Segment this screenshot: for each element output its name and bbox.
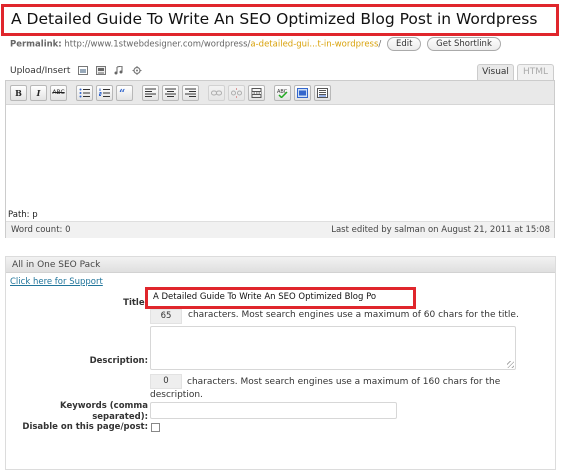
blockquote-button[interactable]: “ <box>116 85 133 101</box>
link-icon <box>211 90 222 96</box>
svg-text:“: “ <box>119 88 125 98</box>
get-shortlink-button[interactable]: Get Shortlink <box>427 37 501 51</box>
video-icon[interactable] <box>96 66 107 75</box>
link-button[interactable] <box>208 85 225 101</box>
resize-grip[interactable] <box>507 361 514 368</box>
align-right-icon <box>185 88 196 97</box>
upload-insert-row: Upload/Insert <box>10 65 142 79</box>
editor-status-bar: Word count: 0 Last edited by salman on A… <box>6 221 554 238</box>
more-tag-button[interactable] <box>248 85 265 101</box>
more-tag-icon <box>251 88 262 98</box>
seo-description-char-counter: 0 <box>150 374 182 389</box>
permalink-base: http://www.1stwebdesigner.com/wordpress/ <box>64 39 251 50</box>
blockquote-icon: “ <box>119 88 125 98</box>
media-icon[interactable] <box>132 66 142 75</box>
seo-title-label: Title: <box>123 298 148 308</box>
seo-description-textarea[interactable] <box>150 326 516 370</box>
numbered-list-button[interactable] <box>96 85 113 101</box>
unlink-button[interactable] <box>228 85 245 101</box>
align-left-button[interactable] <box>142 85 159 101</box>
post-title-text: A Detailed Guide To Write An SEO Optimiz… <box>11 10 538 28</box>
permalink-row: Permalink: http://www.1stwebdesigner.com… <box>10 37 501 51</box>
italic-button[interactable]: I <box>30 85 47 101</box>
numbered-list-icon <box>99 88 110 97</box>
seo-keywords-label: Keywords (comma separated): <box>60 401 148 422</box>
spellcheck-button[interactable]: ABC <box>274 85 291 101</box>
spellcheck-icon: ABC <box>277 89 288 98</box>
align-center-icon <box>165 88 176 97</box>
seo-disable-checkbox[interactable] <box>151 423 160 432</box>
word-count: Word count: 0 <box>11 225 71 235</box>
permalink-label: Permalink: <box>10 39 62 50</box>
bullet-list-icon <box>79 88 90 98</box>
support-link[interactable]: Click here for Support <box>10 277 103 287</box>
align-left-icon <box>145 88 156 97</box>
permalink-suffix: / <box>378 39 382 50</box>
image-icon[interactable] <box>78 66 89 75</box>
unlink-icon <box>231 88 242 98</box>
seo-pack-header[interactable]: All in One SEO Pack <box>6 257 555 273</box>
seo-title-hint: characters. Most search engines use a ma… <box>188 310 519 320</box>
seo-keywords-input[interactable] <box>150 402 397 419</box>
fullscreen-icon <box>297 88 308 98</box>
bullet-list-button[interactable] <box>76 85 93 101</box>
tab-html[interactable]: HTML <box>517 64 554 80</box>
edit-permalink-button[interactable]: Edit <box>387 37 422 51</box>
tab-visual[interactable]: Visual <box>477 64 514 80</box>
align-center-button[interactable] <box>162 85 179 101</box>
editor-content-area[interactable] <box>6 106 554 209</box>
editor-path: Path: p <box>8 210 38 220</box>
post-title-input[interactable]: A Detailed Guide To Write An SEO Optimiz… <box>1 4 559 36</box>
fullscreen-button[interactable] <box>294 85 311 101</box>
upload-insert-label: Upload/Insert <box>10 66 71 76</box>
align-right-button[interactable] <box>182 85 199 101</box>
seo-description-hint: characters. Most search engines use a ma… <box>187 377 501 387</box>
post-editor: B I ABC “ ABC Path: p Word count: 0 Last… <box>5 80 555 238</box>
permalink-slug[interactable]: a-detailed-gui...t-in-wordpress <box>250 40 378 50</box>
seo-disable-label: Disable on this page/post: <box>22 422 148 432</box>
seo-description-hint-continued: description. <box>150 390 203 400</box>
seo-description-label: Description: <box>89 356 148 366</box>
last-edited-info: Last edited by salman on August 21, 2011… <box>331 225 550 235</box>
strikethrough-button[interactable]: ABC <box>50 85 67 101</box>
seo-title-char-counter: 65 <box>150 309 182 324</box>
editor-toolbar: B I ABC “ ABC <box>6 81 554 105</box>
seo-title-input[interactable]: A Detailed Guide To Write An SEO Optimiz… <box>150 290 410 305</box>
bold-button[interactable]: B <box>10 85 27 101</box>
kitchen-sink-button[interactable] <box>314 85 331 101</box>
kitchen-sink-icon <box>317 88 328 98</box>
audio-icon[interactable] <box>114 65 124 75</box>
